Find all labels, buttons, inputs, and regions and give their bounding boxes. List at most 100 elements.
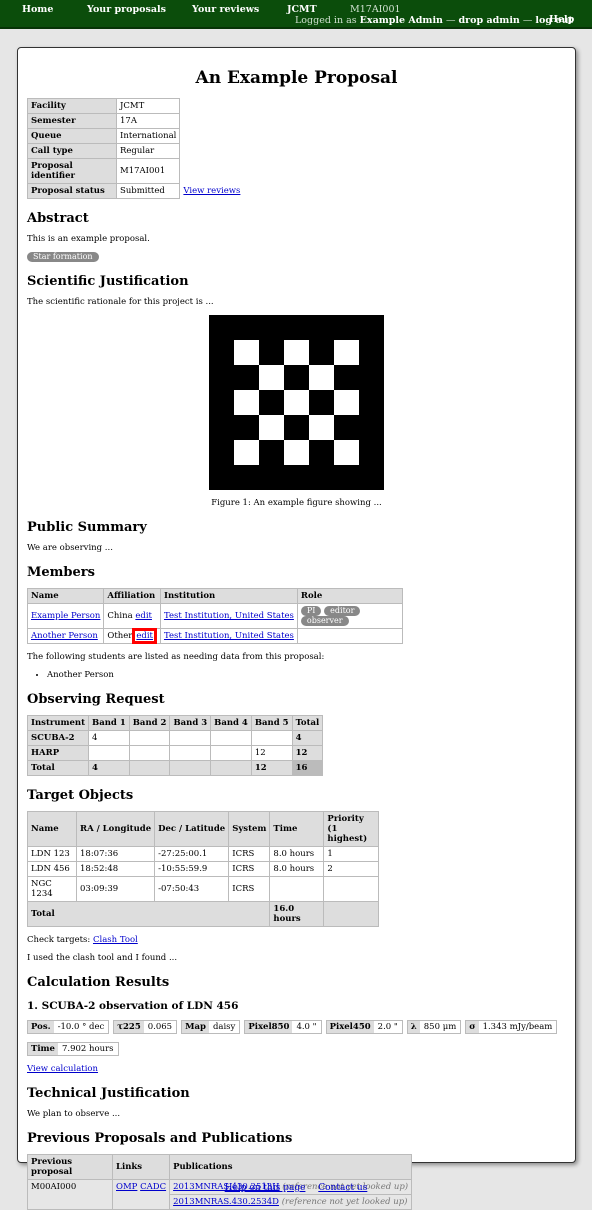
col-header: Affiliation [103,588,161,604]
nav-proposal-code: M17AI001 [350,4,401,15]
target-dec: -27:25:00.1 [154,846,230,862]
instrument-name: SCUBA-2 [26,730,90,746]
band-value [169,730,212,746]
col-header: Name [27,811,77,847]
row-total: 4 [291,730,324,746]
calc-value: 850 μm [423,1022,457,1032]
target-objects-table: Name RA / Longitude Dec / Latitude Syste… [26,811,380,927]
col-header: Publications [169,1154,413,1180]
nav-proposals-link[interactable]: Your proposals [87,4,166,15]
col-header: System [228,811,271,847]
user-name[interactable]: Example Admin [360,15,443,26]
col-header: Band 2 [128,715,171,731]
target-priority: 1 [323,846,380,862]
calc-item: Pos. -10.0 ° dec [27,1020,110,1034]
target-time: 8.0 hours [269,846,325,862]
calc-value: 2.0 " [377,1022,398,1032]
band-total [210,760,252,776]
nav-reviews-link[interactable]: Your reviews [192,4,259,15]
col-header: Institution [159,588,298,604]
affiliation: China [107,611,133,621]
table-row: HARP 12 12 [26,745,324,761]
info-value: 17A [115,113,181,129]
col-header: Role [296,588,403,604]
calc-value: 0.065 [147,1022,173,1032]
calc-subheading: 1. SCUBA-2 observation of LDN 456 [27,1000,239,1012]
target-name: NGC 1234 [27,876,77,902]
help-page-link[interactable]: Help on this page [225,1183,306,1193]
band-value [88,745,130,761]
calc-key: σ [466,1021,479,1033]
col-header: Total [291,715,324,731]
col-header: Band 1 [88,715,130,731]
target-system: ICRS [228,846,271,862]
prev-proposals-table: Previous proposal Links Publications M00… [27,1154,413,1210]
table-row: NGC 1234 03:09:39 -07:50:43 ICRS [27,876,380,902]
login-status: Logged in as Example Admin — drop admin … [295,15,573,26]
proposal-info-table: Facility JCMT Semester 17A Queue Internatio… [27,98,244,199]
drop-admin-link[interactable]: drop admin [459,15,520,26]
members-table: Name Affiliation Institution Role Exampl… [26,588,403,644]
target-priority: 2 [323,861,380,877]
nav-home-link[interactable]: Home [22,4,53,15]
target-name: LDN 123 [27,846,77,862]
band-value [169,745,212,761]
nav-separator: — [522,15,533,26]
band-value [250,730,293,746]
col-header: Time [269,811,325,847]
target-system: ICRS [228,876,271,902]
calc-value: -10.0 ° dec [57,1022,105,1032]
sci-just-heading: Scientific Justification [27,274,189,289]
col-header: Band 3 [169,715,212,731]
instrument-name: HARP [26,745,90,761]
edit-affiliation-link[interactable]: edit [135,611,152,621]
figure-caption: Figure 1: An example figure showing ... [211,498,382,508]
institution-link[interactable]: Test Institution, United States [164,631,294,641]
public-summary-heading: Public Summary [27,520,147,535]
band-total [169,760,212,776]
calc-item: σ 1.343 mJy/beam [465,1020,558,1034]
nav-help-link[interactable]: Help [549,14,574,25]
institution-link[interactable]: Test Institution, United States [164,611,294,621]
col-header: Instrument [26,715,90,731]
col-header: Band 4 [210,715,252,731]
view-calculation-link[interactable]: View calculation [27,1064,98,1074]
list-item: Another Person [47,670,566,680]
target-time [269,876,325,902]
prev-proposals-heading: Previous Proposals and Publications [27,1131,293,1146]
observing-request-heading: Observing Request [27,692,165,707]
clash-tool-link[interactable]: Clash Tool [93,935,138,945]
calc-key: Pixel850 [245,1021,293,1033]
public-summary-text: We are observing ... [27,543,113,553]
table-row: SCUBA-2 4 4 [26,730,324,746]
info-label: Proposal status [27,183,117,199]
calc-key: Map [182,1021,209,1033]
band-value: 12 [250,745,293,761]
band-value [128,730,171,746]
edit-affiliation-link[interactable]: edit [132,628,157,644]
table-row: LDN 456 18:52:48 -10:55:59.9 ICRS 8.0 ho… [27,861,380,877]
target-objects-heading: Target Objects [27,788,134,803]
info-label: Facility [27,98,117,114]
member-name-link[interactable]: Another Person [31,631,98,641]
band-value: 4 [88,730,130,746]
info-value: Submitted [115,183,181,199]
target-ra: 18:52:48 [75,861,156,877]
calc-item: Map daisy [181,1020,241,1034]
band-value [128,745,171,761]
band-value [210,745,252,761]
contact-link[interactable]: Contact us [318,1183,367,1193]
nav-facility-link[interactable]: JCMT [287,4,317,15]
calc-item: Pixel850 4.0 " [244,1020,322,1034]
table-row: Total 4 12 16 [26,760,324,776]
member-name-link[interactable]: Example Person [31,611,100,621]
target-dec: -10:55:59.9 [154,861,230,877]
col-header: Priority (1 highest) [323,811,380,847]
calc-key: λ [407,1021,420,1033]
members-heading: Members [27,565,95,580]
col-header: Band 5 [250,715,293,731]
abstract-heading: Abstract [27,211,89,226]
calc-value: daisy [212,1022,236,1032]
view-reviews-link[interactable]: View reviews [183,186,240,196]
info-label: Queue [27,128,117,144]
